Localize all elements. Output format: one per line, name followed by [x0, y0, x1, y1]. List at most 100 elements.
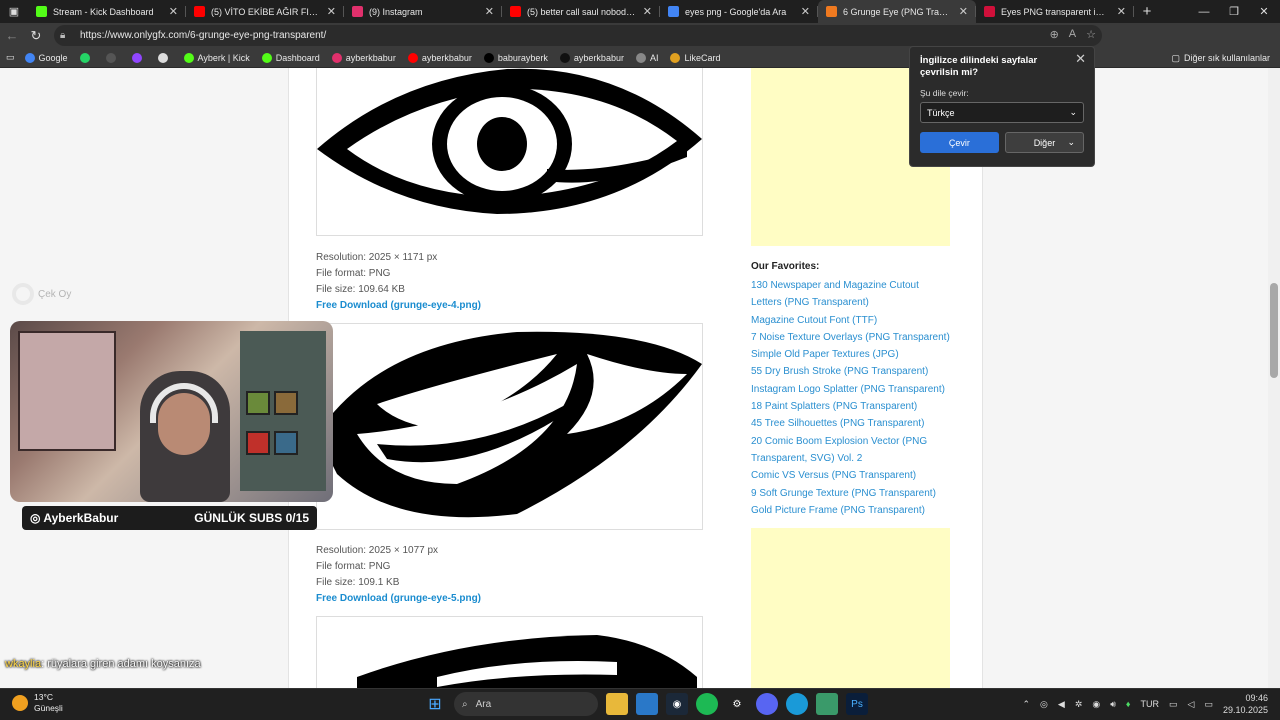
speaker-icon[interactable]: ◁ [1188, 699, 1195, 710]
image-resolution: Resolution: 2025 × 1171 px [316, 252, 438, 263]
mic-icon[interactable]: ♦ [1126, 699, 1131, 709]
bookmark-item[interactable]: Ayberk | Kick [183, 52, 250, 63]
weather-text: Güneşli [34, 703, 63, 713]
bookmark-item[interactable]: LikeCard [670, 52, 721, 63]
browser-tab[interactable]: Stream - Kick Dashboard ✕ [28, 0, 186, 23]
favorite-link[interactable]: 7 Noise Texture Overlays (PNG Transparen… [751, 329, 951, 346]
scrollbar-thumb[interactable] [1270, 283, 1278, 378]
tray-back-icon[interactable]: ◀ [1058, 699, 1065, 710]
tray-app2-icon[interactable]: ✲ [1075, 699, 1083, 710]
other-options-button[interactable]: Diğer ⌄ [1004, 132, 1084, 153]
page-scrollbar[interactable] [1268, 68, 1280, 688]
back-button[interactable]: ← [0, 23, 24, 48]
close-tab-icon[interactable]: ✕ [643, 5, 652, 18]
new-tab-button[interactable]: + [1134, 3, 1160, 20]
close-tab-icon[interactable]: ✕ [959, 5, 968, 18]
bookmark-item[interactable]: AI [635, 52, 658, 63]
bookmark-item[interactable]: ayberkbabur [331, 52, 396, 63]
address-bar[interactable]: 🔒︎ https://www.onlygfx.com/6-grunge-eye-… [54, 25, 1102, 46]
close-tab-icon[interactable]: ✕ [169, 5, 178, 18]
favorite-link[interactable]: 9 Soft Grunge Texture (PNG Transparent) [751, 485, 951, 502]
clock[interactable]: 09:46 29.10.2025 [1223, 692, 1268, 716]
favorite-link[interactable]: Magazine Cutout Font (TTF) [751, 312, 951, 329]
bookmark-item[interactable] [157, 52, 172, 63]
bookmark-item[interactable] [105, 52, 120, 63]
chevron-up-icon[interactable]: ⌃ [1023, 699, 1031, 710]
favorite-link[interactable]: Gold Picture Frame (PNG Transparent) [751, 502, 951, 519]
language-indicator[interactable]: TUR [1141, 699, 1160, 709]
tab-title: (5) better call saul nobody - YouT [527, 6, 637, 17]
bookmark-item[interactable]: baburayberk [483, 52, 548, 63]
browser-tab[interactable]: (5) VİTO EKİBE AĞIR FIRÇA ATIYO ✕ [186, 0, 344, 23]
bookmark-icon [331, 52, 342, 63]
favorite-star-icon[interactable]: ☆ [1086, 28, 1096, 41]
browser-tab[interactable]: Eyes PNG transparent image dow ✕ [976, 0, 1134, 23]
favorite-link[interactable]: Simple Old Paper Textures (JPG) [751, 346, 951, 363]
sidebar-toggle-icon[interactable]: ▭ [6, 52, 15, 63]
read-aloud-icon[interactable]: A [1069, 28, 1076, 41]
lock-icon[interactable]: 🔒︎ [60, 30, 72, 41]
taskbar-search[interactable]: ⌕ Ara [454, 692, 598, 716]
translate-popup: İngilizce dilindeki sayfalar çevrilsin m… [909, 46, 1095, 167]
favorite-link[interactable]: 45 Tree Silhouettes (PNG Transparent) [751, 415, 951, 432]
network-icon[interactable]: ▭ [1169, 699, 1178, 710]
other-bookmarks[interactable]: ▢ Diğer sık kullanılanlar [1171, 48, 1270, 68]
favorite-link[interactable]: 55 Dry Brush Stroke (PNG Transparent) [751, 363, 951, 380]
bookmark-icon [79, 52, 90, 63]
download-link-4[interactable]: Free Download (grunge-eye-4.png) [316, 298, 481, 314]
bookmark-item[interactable]: ayberkbabur [559, 52, 624, 63]
favorite-link[interactable]: 130 Newspaper and Magazine Cutout Letter… [751, 277, 951, 312]
close-icon[interactable]: ✕ [1075, 51, 1086, 67]
notepad-icon[interactable] [816, 693, 838, 715]
steam-icon[interactable]: ◉ [666, 693, 688, 715]
discord-icon[interactable] [756, 693, 778, 715]
file-explorer-icon[interactable] [606, 693, 628, 715]
browser-tab[interactable]: (9) Instagram ✕ [344, 0, 502, 23]
favorite-link[interactable]: Instagram Logo Splatter (PNG Transparent… [751, 381, 951, 398]
favorite-link[interactable]: 20 Comic Boom Explosion Vector (PNG Tran… [751, 433, 951, 468]
volume-icon[interactable]: 🔊︎ [1110, 699, 1116, 710]
browser-tab[interactable]: (5) better call saul nobody - YouT ✕ [502, 0, 660, 23]
grunge-eye-5-image[interactable] [316, 323, 703, 530]
favorite-link[interactable]: Comic VS Versus (PNG Transparent) [751, 467, 951, 484]
bookmark-item[interactable] [131, 52, 146, 63]
minimize-button[interactable]: — [1188, 0, 1220, 23]
grunge-eye-4-image[interactable] [316, 68, 703, 236]
bookmark-item[interactable]: ayberkbabur [407, 52, 472, 63]
download-link-5[interactable]: Free Download (grunge-eye-5.png) [316, 591, 481, 607]
favorite-link[interactable]: 18 Paint Splatters (PNG Transparent) [751, 398, 951, 415]
close-window-button[interactable]: ✕ [1248, 0, 1280, 23]
bookmark-label: ayberkbabur [345, 52, 396, 63]
maximize-button[interactable]: ❐ [1218, 0, 1250, 23]
start-icon[interactable]: ⊞ [424, 693, 446, 715]
weather-widget[interactable]: 13°C Güneşli [12, 692, 63, 714]
bookmark-item[interactable] [79, 52, 94, 63]
close-tab-icon[interactable]: ✕ [801, 5, 810, 18]
tab-title: (5) VİTO EKİBE AĞIR FIRÇA ATIYO [211, 6, 321, 17]
browser-tab[interactable]: 6 Grunge Eye (PNG Transparent) ✕ [818, 0, 976, 23]
tab-title: Eyes PNG transparent image dow [1001, 6, 1111, 17]
spotify-icon[interactable] [696, 693, 718, 715]
settings-icon[interactable]: ⚙ [726, 693, 748, 715]
clock-time: 09:46 [1245, 693, 1268, 703]
close-tab-icon[interactable]: ✕ [1117, 5, 1126, 18]
battery-icon[interactable]: ▭ [1204, 699, 1213, 710]
refresh-button[interactable]: ↻ [24, 23, 48, 48]
browser-tab[interactable]: eyes png - Google'da Ara ✕ [660, 0, 818, 23]
translate-icon[interactable]: ⊕ [1050, 28, 1059, 41]
photoshop-icon[interactable]: Ps [846, 693, 868, 715]
close-tab-icon[interactable]: ✕ [485, 5, 494, 18]
language-select[interactable]: Türkçe ⌄ [920, 102, 1084, 123]
window-menu-icon[interactable]: ▣ [0, 0, 28, 23]
tray-app-icon[interactable]: ◎ [1040, 699, 1048, 710]
tray-steam-icon[interactable]: ◉ [1092, 699, 1100, 710]
translate-button[interactable]: Çevir [920, 132, 999, 153]
bookmark-item[interactable]: Dashboard [261, 52, 320, 63]
bookmark-item[interactable]: Google [24, 52, 68, 63]
edge-icon[interactable] [786, 693, 808, 715]
subs-goal: GÜNLÜK SUBS 0/15 [194, 511, 309, 525]
close-tab-icon[interactable]: ✕ [327, 5, 336, 18]
grunge-eye-6-image[interactable] [316, 616, 703, 688]
stream-overlay-logo: Çek Oy [12, 283, 71, 305]
photos-icon[interactable] [636, 693, 658, 715]
